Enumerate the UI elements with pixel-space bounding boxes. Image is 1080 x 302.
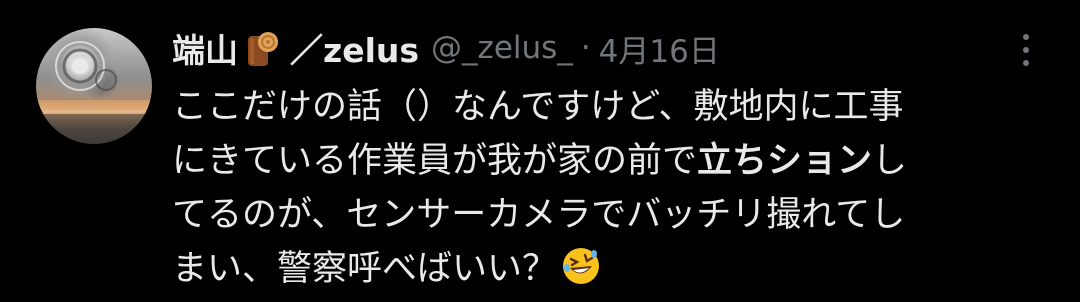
post-text-bold: 立ちション bbox=[697, 141, 873, 181]
post-header: 端山 ／zelus @_zelus_ · 4月16日 bbox=[172, 24, 1052, 72]
display-name-suffix[interactable]: ／zelus bbox=[290, 24, 419, 72]
post-text-line: まい、警察呼べばいい？ bbox=[172, 249, 558, 289]
post-text: ここだけの話（）なんですけど、敷地内に工事 にきている作業員が我が家の前で立ちシ… bbox=[172, 80, 1042, 296]
display-name[interactable]: 端山 bbox=[172, 24, 238, 72]
post-text-line: にきている作業員が我が家の前で bbox=[172, 141, 698, 181]
post-text-line: ここだけの話（）なんですけど、敷地内に工事 bbox=[172, 87, 904, 127]
avatar-image bbox=[36, 41, 152, 144]
post-text-line: てるのが、センサーカメラでバッチリ撮れてし bbox=[172, 195, 906, 235]
user-handle[interactable]: @_zelus_ bbox=[431, 30, 573, 66]
post-text-line: し bbox=[872, 141, 908, 181]
avatar[interactable] bbox=[36, 28, 152, 144]
log-emoji-icon bbox=[244, 28, 280, 68]
rolling-on-floor-laughing-emoji-icon bbox=[561, 246, 601, 286]
dot bbox=[1023, 60, 1029, 66]
more-options-icon[interactable] bbox=[1012, 34, 1040, 66]
post-content: 端山 ／zelus @_zelus_ · 4月16日 ここだけの話（）なんですけ… bbox=[172, 24, 1052, 296]
post[interactable]: 端山 ／zelus @_zelus_ · 4月16日 ここだけの話（）なんですけ… bbox=[0, 0, 1080, 297]
dot bbox=[1023, 47, 1029, 53]
dot bbox=[1023, 34, 1029, 40]
post-date[interactable]: 4月16日 bbox=[599, 26, 720, 71]
separator-dot: · bbox=[580, 30, 591, 66]
